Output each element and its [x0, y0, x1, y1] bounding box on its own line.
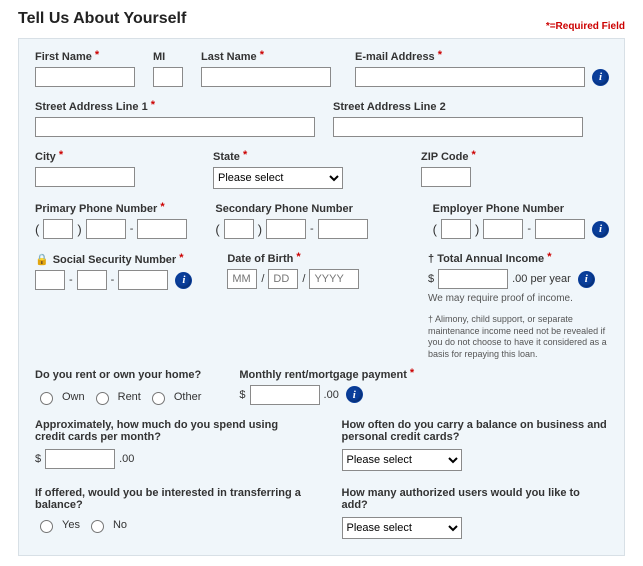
sphone-prefix[interactable]: [266, 219, 306, 239]
pphone-area[interactable]: [43, 219, 73, 239]
label-addr1: Street Address Line 1 *: [35, 101, 315, 113]
info-icon[interactable]: i: [347, 387, 362, 402]
pphone-line[interactable]: [137, 219, 187, 239]
label-state: State *: [213, 151, 343, 163]
lock-icon: 🔒: [35, 254, 49, 266]
required-note: *=Required Field: [546, 21, 625, 32]
dollar-sign: $: [239, 389, 245, 401]
label-monthly-pay: Monthly rent/mortgage payment *: [239, 369, 414, 381]
label-income: † Total Annual Income *: [428, 253, 608, 265]
zip-input[interactable]: [421, 167, 471, 187]
dob-mm[interactable]: [227, 269, 257, 289]
ephone-area[interactable]: [441, 219, 471, 239]
pphone-prefix[interactable]: [86, 219, 126, 239]
income-input[interactable]: [438, 269, 508, 289]
radio-own[interactable]: [40, 392, 53, 405]
label-other: Other: [174, 391, 202, 403]
ssn-3[interactable]: [118, 270, 168, 290]
last-name-input[interactable]: [201, 67, 331, 87]
label-pphone: Primary Phone Number *: [35, 203, 187, 215]
label-rent-own: Do you rent or own your home?: [35, 369, 201, 381]
cents: .00: [324, 389, 339, 401]
label-first-name: First Name *: [35, 51, 135, 63]
balance-select[interactable]: Please select: [342, 449, 462, 471]
label-no: No: [113, 519, 127, 531]
radio-rent[interactable]: [96, 392, 109, 405]
radio-no[interactable]: [91, 520, 104, 533]
dollar-sign: $: [35, 453, 41, 465]
dob-dd[interactable]: [268, 269, 298, 289]
info-icon[interactable]: i: [579, 272, 594, 287]
income-note: We may require proof of income.: [428, 293, 608, 304]
label-sphone: Secondary Phone Number: [215, 203, 367, 215]
income-unit: .00 per year: [512, 273, 571, 285]
email-input[interactable]: [355, 67, 585, 87]
state-select[interactable]: Please select: [213, 167, 343, 189]
monthly-pay-input[interactable]: [250, 385, 320, 405]
label-transfer-q: If offered, would you be interested in t…: [35, 487, 302, 511]
dollar-sign: $: [428, 273, 434, 285]
label-own: Own: [62, 391, 85, 403]
auth-users-select[interactable]: Please select: [342, 517, 462, 539]
label-cc-spend: Approximately, how much do you spend usi…: [35, 419, 302, 443]
info-icon[interactable]: i: [593, 222, 608, 237]
label-ephone: Employer Phone Number: [433, 203, 608, 215]
ephone-prefix[interactable]: [483, 219, 523, 239]
cents: .00: [119, 453, 134, 465]
radio-other[interactable]: [152, 392, 165, 405]
sphone-line[interactable]: [318, 219, 368, 239]
label-rent: Rent: [118, 391, 141, 403]
label-mi: MI: [153, 51, 183, 63]
label-zip: ZIP Code *: [421, 151, 476, 163]
addr2-input[interactable]: [333, 117, 583, 137]
label-yes: Yes: [62, 519, 80, 531]
form-panel: First Name * MI Last Name * E-mail Addre…: [18, 38, 625, 556]
info-icon[interactable]: i: [593, 70, 608, 85]
label-auth-users: How many authorized users would you like…: [342, 487, 609, 511]
label-dob: Date of Birth *: [227, 253, 359, 265]
label-city: City *: [35, 151, 135, 163]
ssn-1[interactable]: [35, 270, 65, 290]
label-email: E-mail Address *: [355, 51, 608, 63]
alimony-note: † Alimony, child support, or separate ma…: [428, 314, 608, 361]
first-name-input[interactable]: [35, 67, 135, 87]
addr1-input[interactable]: [35, 117, 315, 137]
cc-spend-input[interactable]: [45, 449, 115, 469]
city-input[interactable]: [35, 167, 135, 187]
dob-yyyy[interactable]: [309, 269, 359, 289]
label-balance-q: How often do you carry a balance on busi…: [342, 419, 609, 443]
radio-yes[interactable]: [40, 520, 53, 533]
label-last-name: Last Name *: [201, 51, 331, 63]
ephone-line[interactable]: [535, 219, 585, 239]
label-ssn: 🔒Social Security Number *: [35, 253, 191, 266]
page-title: Tell Us About Yourself: [18, 10, 186, 28]
ssn-2[interactable]: [77, 270, 107, 290]
sphone-area[interactable]: [224, 219, 254, 239]
mi-input[interactable]: [153, 67, 183, 87]
info-icon[interactable]: i: [176, 273, 191, 288]
label-addr2: Street Address Line 2: [333, 101, 608, 113]
